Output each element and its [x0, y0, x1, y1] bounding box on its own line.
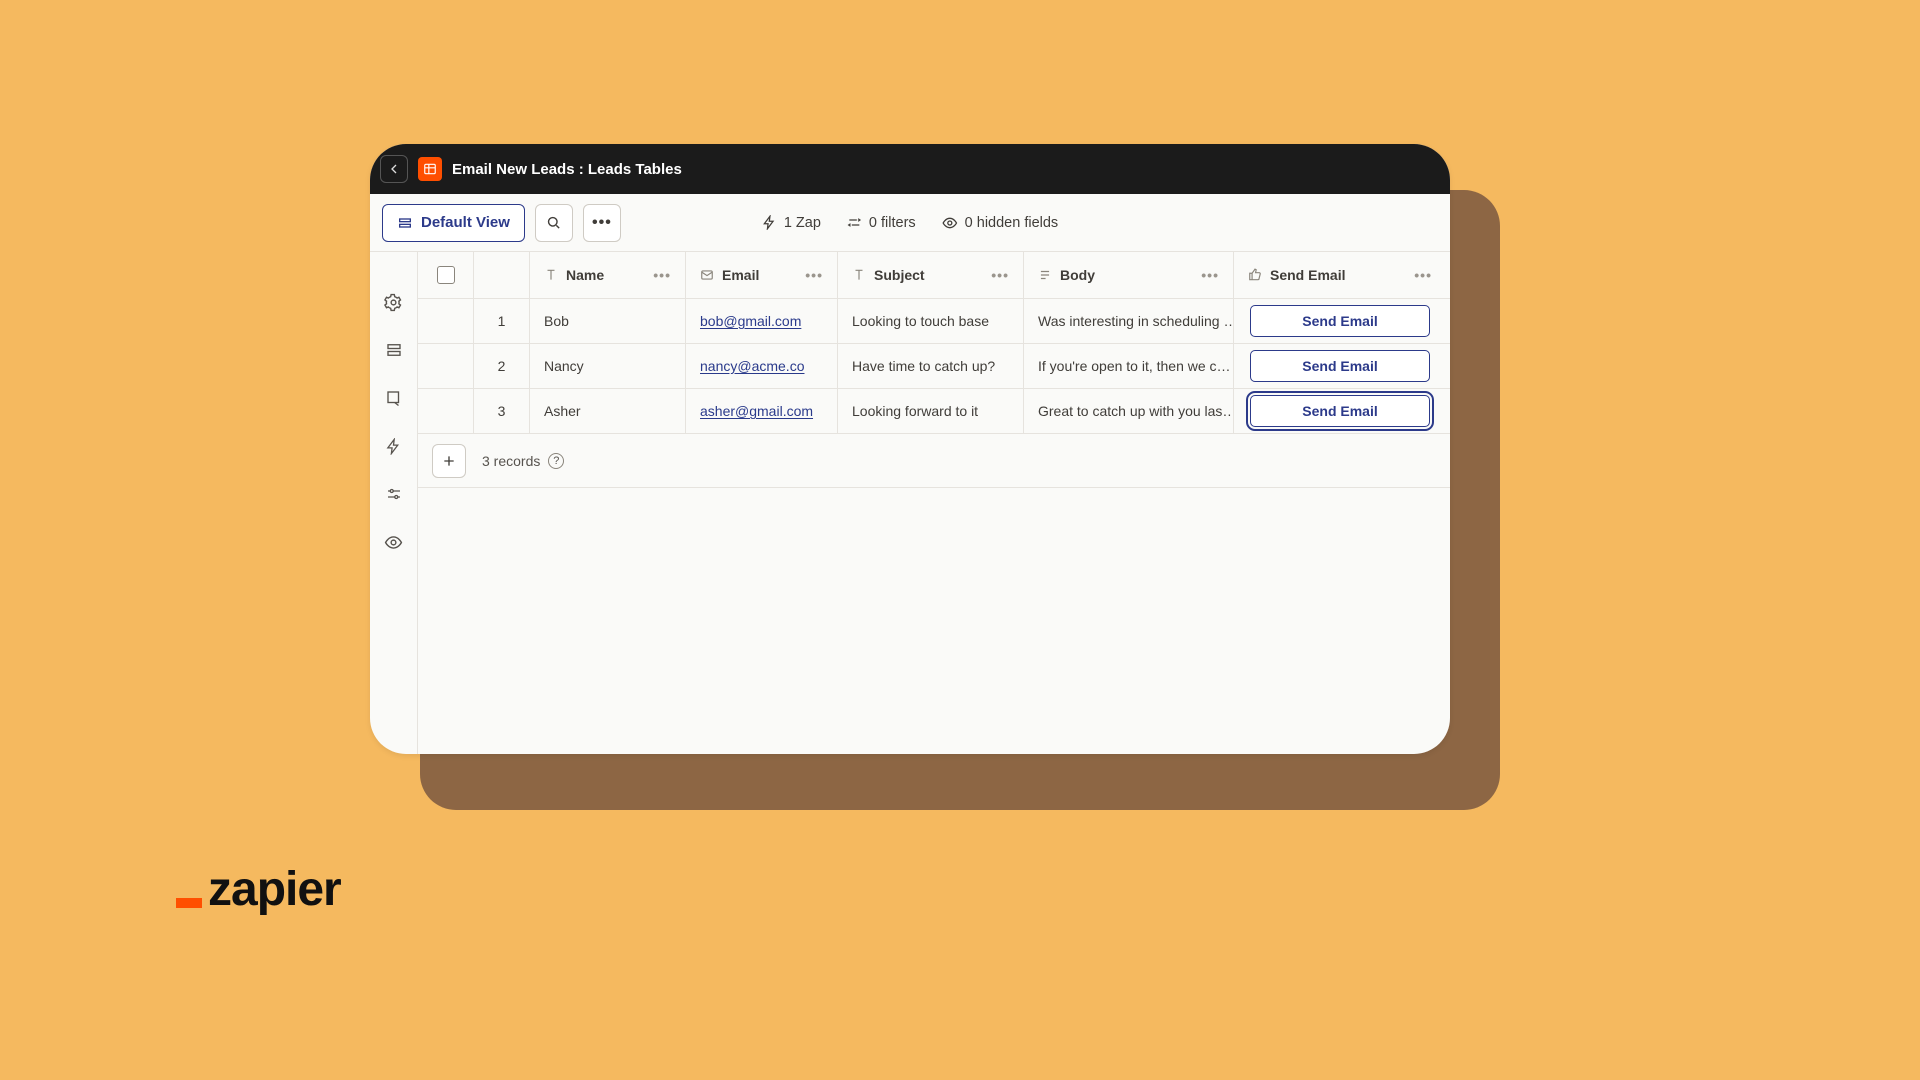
- dots-icon: •••: [592, 214, 612, 232]
- row-select[interactable]: [418, 389, 474, 433]
- bolt-icon: [762, 215, 777, 230]
- table-row[interactable]: 3 Asher asher@gmail.com Looking forward …: [418, 389, 1450, 434]
- cell-body[interactable]: If you're open to it, then we c…: [1024, 344, 1234, 388]
- cell-body[interactable]: Was interesting in scheduling …: [1024, 299, 1234, 343]
- filters-label: 0 filters: [869, 215, 916, 231]
- cell-subject[interactable]: Looking to touch base: [838, 299, 1024, 343]
- record-count: 3 records: [482, 453, 540, 469]
- logo-underscore-icon: [176, 898, 202, 908]
- hidden-fields-label: 0 hidden fields: [965, 215, 1059, 231]
- column-menu-icon[interactable]: •••: [991, 267, 1009, 283]
- data-grid: Name ••• Email ••• Subject ••• Body •••: [418, 252, 1450, 754]
- column-menu-icon[interactable]: •••: [1201, 267, 1219, 283]
- column-menu-icon[interactable]: •••: [1414, 267, 1432, 283]
- send-email-button[interactable]: Send Email: [1250, 350, 1430, 382]
- select-all-cell[interactable]: [418, 252, 474, 298]
- cell-send: Send Email: [1234, 389, 1446, 433]
- column-menu-icon[interactable]: •••: [805, 267, 823, 283]
- logo-wordmark: zapier: [208, 866, 341, 914]
- row-number-header: [474, 252, 530, 298]
- plus-icon: [441, 453, 457, 469]
- adjust-icon[interactable]: [384, 484, 404, 504]
- cell-subject[interactable]: Have time to catch up?: [838, 344, 1024, 388]
- cell-email[interactable]: asher@gmail.com: [686, 389, 838, 433]
- zap-chip[interactable]: 1 Zap: [762, 215, 821, 231]
- text-icon: [544, 268, 558, 282]
- table-footer: 3 records ?: [418, 434, 1450, 488]
- send-email-button[interactable]: Send Email: [1250, 395, 1430, 427]
- cards-icon: [397, 215, 413, 231]
- thumb-icon: [1248, 268, 1262, 282]
- cell-send: Send Email: [1234, 299, 1446, 343]
- row-select[interactable]: [418, 344, 474, 388]
- back-button[interactable]: [380, 155, 408, 183]
- settings-icon[interactable]: [384, 292, 404, 312]
- column-header-name[interactable]: Name •••: [530, 252, 686, 298]
- filters-icon: [847, 215, 862, 230]
- default-view-label: Default View: [421, 214, 510, 231]
- table-app-icon: [418, 157, 442, 181]
- cell-name[interactable]: Asher: [530, 389, 686, 433]
- cell-email[interactable]: nancy@acme.co: [686, 344, 838, 388]
- side-rail: [370, 252, 418, 754]
- row-select[interactable]: [418, 299, 474, 343]
- zap-label: 1 Zap: [784, 215, 821, 231]
- more-button[interactable]: •••: [583, 204, 621, 242]
- cell-name[interactable]: Bob: [530, 299, 686, 343]
- send-email-button[interactable]: Send Email: [1250, 305, 1430, 337]
- cell-subject[interactable]: Looking forward to it: [838, 389, 1024, 433]
- insert-icon[interactable]: [384, 388, 404, 408]
- column-header-email[interactable]: Email •••: [686, 252, 838, 298]
- visibility-icon[interactable]: [384, 532, 404, 552]
- column-header-body[interactable]: Body •••: [1024, 252, 1234, 298]
- checkbox-icon: [437, 266, 455, 284]
- row-number: 2: [474, 344, 530, 388]
- help-icon[interactable]: ?: [548, 453, 564, 469]
- add-record-button[interactable]: [432, 444, 466, 478]
- row-number: 3: [474, 389, 530, 433]
- eye-icon: [942, 215, 958, 231]
- app-window: Email New Leads : Leads Tables Default V…: [370, 144, 1450, 754]
- table-row[interactable]: 2 Nancy nancy@acme.co Have time to catch…: [418, 344, 1450, 389]
- hidden-fields-chip[interactable]: 0 hidden fields: [942, 215, 1059, 231]
- filters-chip[interactable]: 0 filters: [847, 215, 916, 231]
- cell-email[interactable]: bob@gmail.com: [686, 299, 838, 343]
- text-icon: [852, 268, 866, 282]
- longtext-icon: [1038, 268, 1052, 282]
- cell-body[interactable]: Great to catch up with you las…: [1024, 389, 1234, 433]
- column-header-subject[interactable]: Subject •••: [838, 252, 1024, 298]
- cell-name[interactable]: Nancy: [530, 344, 686, 388]
- titlebar: Email New Leads : Leads Tables: [370, 144, 1450, 194]
- mail-icon: [700, 268, 714, 282]
- row-number: 1: [474, 299, 530, 343]
- search-icon: [545, 214, 562, 231]
- arrow-left-icon: [386, 161, 402, 177]
- cell-send: Send Email: [1234, 344, 1446, 388]
- column-header-send[interactable]: Send Email •••: [1234, 252, 1446, 298]
- table-row[interactable]: 1 Bob bob@gmail.com Looking to touch bas…: [418, 299, 1450, 344]
- views-icon[interactable]: [384, 340, 404, 360]
- column-menu-icon[interactable]: •••: [653, 267, 671, 283]
- table-header-row: Name ••• Email ••• Subject ••• Body •••: [418, 252, 1450, 299]
- zapier-logo: zapier: [176, 866, 341, 914]
- toolbar: Default View ••• 1 Zap: [370, 194, 1450, 252]
- search-button[interactable]: [535, 204, 573, 242]
- page-title: Email New Leads : Leads Tables: [452, 161, 682, 178]
- default-view-button[interactable]: Default View: [382, 204, 525, 242]
- automation-icon[interactable]: [384, 436, 404, 456]
